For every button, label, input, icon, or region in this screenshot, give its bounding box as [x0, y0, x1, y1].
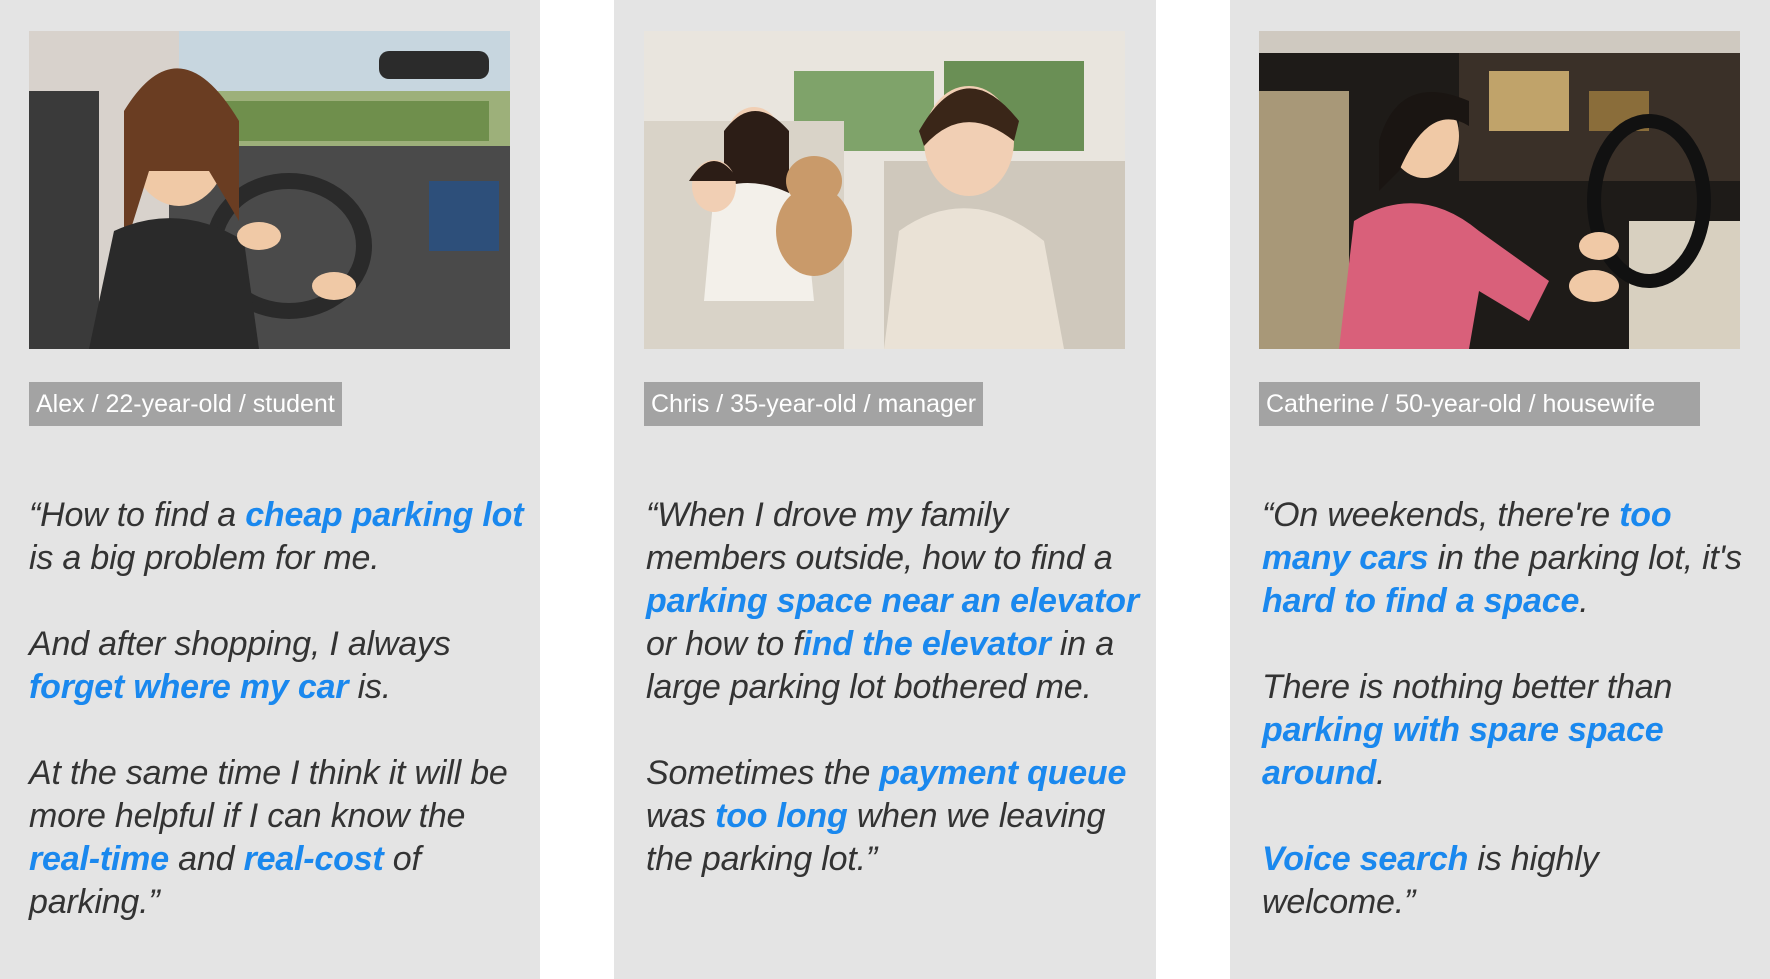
quote-paragraph: “On weekends, there're too many cars in …: [1262, 496, 1742, 620]
quote-paragraph: Sometimes the payment queue was too long…: [646, 754, 1127, 878]
quote-paragraph: At the same time I think it will be more…: [29, 754, 508, 921]
family-in-car-photo: [644, 31, 1125, 349]
highlighted-phrase: cheap parking lot: [245, 496, 524, 534]
woman-driving-car-photo: [29, 31, 510, 349]
woman-driving-at-night-photo: [1259, 31, 1740, 349]
highlighted-phrase: payment queue: [879, 754, 1127, 792]
quote-paragraph: “When I drove my family members outside,…: [646, 496, 1139, 706]
quote-paragraph: And after shopping, I always forget wher…: [29, 625, 451, 706]
quote-paragraph: “How to find a cheap parking lot is a bi…: [29, 496, 524, 577]
highlighted-phrase: real-cost: [243, 840, 384, 878]
persona-caption: Catherine / 50-year-old / housewife: [1259, 382, 1700, 426]
persona-quote: “How to find a cheap parking lot is a bi…: [29, 494, 529, 924]
quote-paragraph: There is nothing better than parking wit…: [1262, 668, 1673, 792]
persona-card-alex: Alex / 22-year-old / student “How to fin…: [0, 0, 540, 979]
quote-paragraph: Voice search is highly welcome.”: [1262, 840, 1599, 921]
persona-card-chris: Chris / 35-year-old / manager “When I dr…: [614, 0, 1156, 979]
persona-caption: Alex / 22-year-old / student: [29, 382, 342, 426]
persona-quote: “On weekends, there're too many cars in …: [1262, 494, 1742, 924]
highlighted-phrase: hard to find a space: [1262, 582, 1580, 620]
highlighted-phrase: too long: [715, 797, 848, 835]
highlighted-phrase: real-time: [29, 840, 169, 878]
highlighted-phrase: forget where my car: [29, 668, 349, 706]
persona-caption: Chris / 35-year-old / manager: [644, 382, 984, 426]
highlighted-phrase: Voice search: [1262, 840, 1469, 878]
persona-card-catherine: Catherine / 50-year-old / housewife “On …: [1230, 0, 1770, 979]
highlighted-phrase: too many cars: [1262, 496, 1672, 577]
highlighted-phrase: parking space near an elevator: [646, 582, 1139, 620]
persona-quote: “When I drove my family members outside,…: [646, 494, 1146, 881]
highlighted-phrase: ind the elevator: [802, 625, 1051, 663]
highlighted-phrase: parking with spare space around: [1262, 711, 1664, 792]
